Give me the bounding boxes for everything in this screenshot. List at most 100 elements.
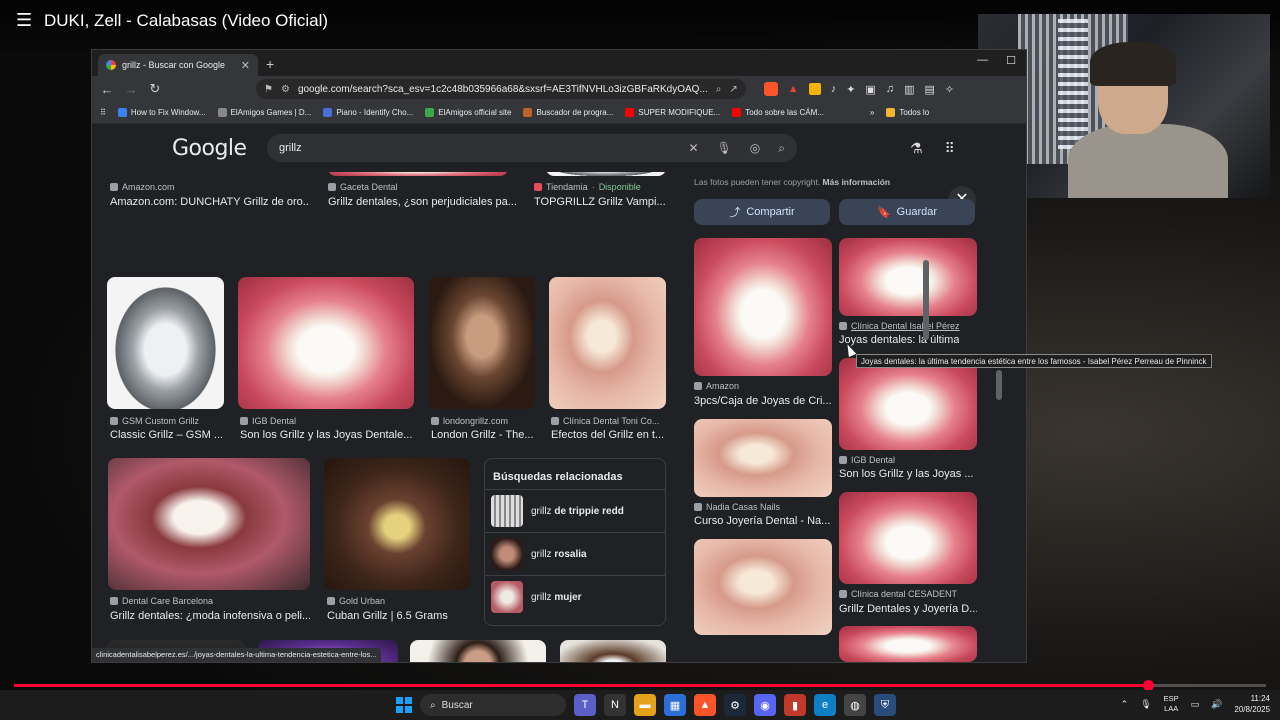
address-bar[interactable]: ⚑ ⚙ google.com/search?sca_esv=1c2c48b035… [256,79,746,99]
panel-caption[interactable]: Son los Grillz y las Joyas ... [839,468,977,480]
labs-flask-icon[interactable]: ⚗ [910,140,923,157]
google-logo[interactable]: Google [172,136,247,161]
maximize-icon[interactable]: ☐ [1006,54,1016,67]
related-item[interactable]: grillz mujer [485,575,665,618]
result-image[interactable] [429,277,535,409]
panel-caption[interactable]: Joyas dentales: la última t... [839,334,959,346]
site-info-icon[interactable]: ⚙ [281,84,290,95]
bookmark-folder[interactable]: Todos lo [886,108,929,117]
bookmark-item[interactable]: ElAmigos official site [425,108,511,117]
panel-image[interactable] [839,492,977,584]
taskbar-search[interactable]: ⌕ Buscar [420,694,566,716]
panel-scrollbar[interactable] [923,260,929,340]
panel-image[interactable] [839,358,977,450]
playlist-menu-icon[interactable]: ☰ [16,11,34,29]
result-caption[interactable]: Grillz dentales, ¿son perjudiciales pa..… [328,196,518,208]
leo-icon[interactable]: ✧ [945,83,954,96]
language-indicator[interactable]: ESP LAA [1164,694,1179,714]
minimize-icon[interactable]: — [977,54,988,67]
panel-caption[interactable]: Grillz Dentales y Joyería D... [839,603,977,615]
share-icon[interactable]: ↗ [729,84,737,95]
obs-icon[interactable]: ◍ [844,694,866,716]
result-image[interactable] [107,277,224,409]
bookmark-item[interactable]: Buscador de progra... [523,108,613,117]
volume-icon[interactable]: 🔊 [1211,699,1222,710]
chevron-up-icon[interactable]: ⌃ [1121,699,1129,710]
panel-source[interactable]: Clínica Dental Isabel Pérez [839,321,960,331]
steam-icon[interactable]: ⚙ [724,694,746,716]
panel-image[interactable] [839,238,977,316]
apps-icon[interactable]: ⠿ [100,108,106,117]
panel-image[interactable] [694,419,832,497]
extension-audio-icon[interactable]: ♪ [831,83,837,95]
panel-image[interactable] [839,626,977,662]
file-explorer-icon[interactable]: ▬ [634,694,656,716]
rewards-icon[interactable]: ▲ [788,83,799,95]
new-tab-icon[interactable]: + [266,56,274,72]
tab-google-search[interactable]: grillz - Buscar con Google ✕ [98,54,258,76]
clock[interactable]: 11:24 20/8/2025 [1234,693,1270,715]
result-image[interactable] [238,277,414,409]
notion-icon[interactable]: N [604,694,626,716]
microphone-icon[interactable]: 🎙 [717,141,732,156]
result-image[interactable] [549,277,666,409]
bookmark-icon[interactable]: ⚑ [264,84,273,95]
video-progress-bar[interactable] [14,680,1266,691]
edge-icon[interactable]: e [814,694,836,716]
result-caption[interactable]: Grillz dentales: ¿moda inofensiva o peli… [110,610,310,622]
result-image[interactable] [108,458,310,590]
related-item[interactable]: grillz rosalia [485,532,665,575]
wallet-icon[interactable]: ▤ [924,83,934,96]
result-image[interactable] [328,172,508,176]
microphone-icon[interactable]: 🎙 [1140,699,1151,710]
bookmark-item[interactable]: Piano - Identify Cho... [323,108,413,117]
zoom-icon[interactable]: ⌕ [716,84,722,95]
extension-yellow-icon[interactable] [808,83,821,95]
store-icon[interactable]: ▦ [664,694,686,716]
sidebar-icon[interactable]: ▥ [904,83,914,96]
result-image[interactable] [546,172,666,176]
voicemeeter-icon[interactable]: ▮ [784,694,806,716]
bookmark-item[interactable]: How to Fix Window... [117,108,206,117]
extensions-puzzle-icon[interactable]: ✦ [846,83,855,96]
search-input[interactable]: grillz [279,142,688,154]
share-button[interactable]: ⤴ Compartir [694,199,830,225]
brave-shield-icon[interactable] [763,82,778,96]
result-caption[interactable]: Son los Grillz y las Joyas Dentale... [240,429,416,441]
result-image[interactable] [560,640,666,662]
result-caption[interactable]: Amazon.com: DUNCHATY Grillz de oro... [110,196,310,208]
more-info-link[interactable]: Más información [823,177,891,187]
back-icon[interactable]: ← [100,82,114,97]
result-caption[interactable]: TOPGRILLZ Grillz Vampi... [534,196,674,208]
media-icon[interactable]: ♫ [886,83,894,95]
google-apps-icon[interactable]: ⠿ [945,140,955,157]
bookmark-item[interactable]: Todo sobre las CÁM... [732,108,824,117]
shield-icon[interactable]: ⛨ [874,694,896,716]
network-icon[interactable]: ▭ [1191,699,1200,710]
panel-caption[interactable]: 3pcs/Caja de Joyas de Cri... [694,395,832,407]
bookmark-item[interactable]: SUPER MODIFIQUE... [625,108,720,117]
discord-icon[interactable]: ◉ [754,694,776,716]
save-button[interactable]: 🔖 Guardar [839,199,975,225]
result-image[interactable] [410,640,546,662]
extension-box-icon[interactable]: ▣ [865,83,875,96]
related-item[interactable]: grillz de trippie redd [485,489,665,532]
page-scrollbar[interactable] [996,370,1002,400]
panel-caption[interactable]: Curso Joyería Dental - Na... [694,515,832,527]
forward-icon[interactable]: → [124,82,138,97]
panel-image[interactable] [694,539,832,635]
clear-icon[interactable]: ✕ [688,141,698,156]
search-icon[interactable]: ⌕ [778,141,785,156]
windows-start-icon[interactable] [396,697,412,713]
result-image[interactable] [324,458,470,590]
result-caption[interactable]: Classic Grillz – GSM ... [110,429,230,441]
brave-icon[interactable]: ▲ [694,694,716,716]
more-bookmarks-icon[interactable]: » [870,108,874,117]
teams-icon[interactable]: T [574,694,596,716]
bookmark-item[interactable]: ElAmigos Games | D... [217,108,311,117]
search-box[interactable]: grillz ✕ 🎙 ◎ ⌕ [267,134,797,162]
lens-icon[interactable]: ◎ [750,141,760,156]
result-caption[interactable]: Cuban Grillz | 6.5 Grams [327,610,473,622]
panel-image[interactable] [694,238,832,376]
reload-icon[interactable]: ↻ [148,81,162,97]
